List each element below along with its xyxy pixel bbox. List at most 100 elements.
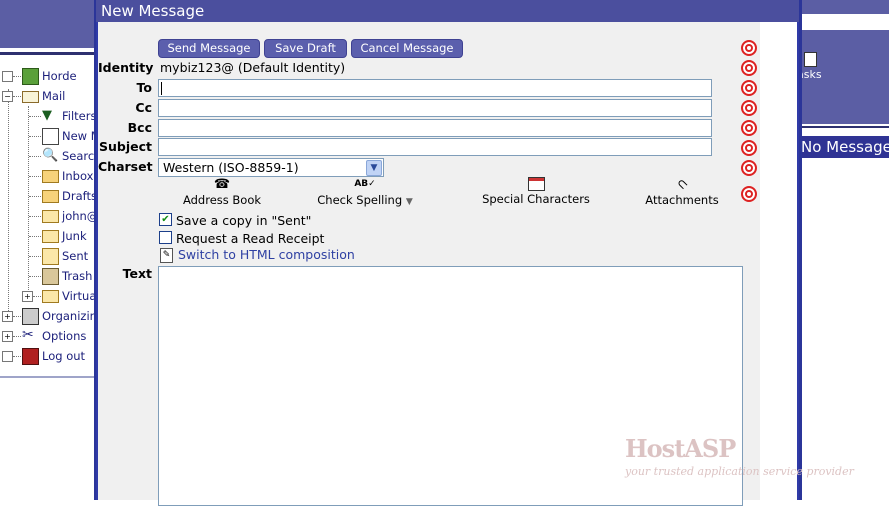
tree-dots (29, 176, 41, 177)
mail-icon (22, 91, 39, 103)
tree-dots (29, 216, 41, 217)
folder-icon (42, 290, 59, 303)
help-icon[interactable] (741, 120, 757, 136)
search-icon: 🔍 (42, 148, 59, 163)
sidebar-item-label: Trash (62, 269, 93, 283)
identity-value[interactable]: mybiz123@ (Default Identity) (160, 60, 345, 75)
drafts-icon (42, 190, 59, 203)
tree-dots (13, 336, 21, 337)
compose-form: Send Message Save Draft Cancel Message I… (98, 22, 854, 506)
tree-expand-icon[interactable]: + (2, 311, 13, 322)
tree-dots (29, 276, 41, 277)
charset-select[interactable]: Western (ISO-8859-1) ▼ (158, 158, 384, 177)
background-divider (0, 52, 96, 55)
tree-dots (13, 96, 21, 97)
sidebar-item-junk[interactable]: Junk (0, 227, 94, 247)
address-book-button[interactable]: ☎ Address Book (178, 177, 266, 209)
tree-expand-icon[interactable]: + (22, 291, 33, 302)
chevron-down-icon[interactable]: ▼ (406, 197, 413, 207)
help-icon[interactable] (741, 40, 757, 56)
cc-field[interactable] (158, 99, 712, 117)
help-icon[interactable] (741, 160, 757, 176)
horde-icon (22, 68, 39, 85)
switch-html-link[interactable]: Switch to HTML composition (178, 247, 355, 262)
sidebar-item-filters[interactable]: ▼ Filters (0, 107, 94, 127)
read-receipt-checkbox[interactable] (159, 231, 172, 244)
sidebar-item-label: Drafts (62, 189, 94, 203)
watermark-brand: HostASP (625, 434, 736, 463)
save-copy-label[interactable]: Save a copy in "Sent" (176, 213, 311, 228)
sidebar-item-label: Virtual (62, 289, 94, 303)
sidebar-item-mail[interactable]: − Mail (0, 87, 94, 107)
sidebar-item-logout[interactable]: Log out (0, 347, 94, 367)
window-titlebar[interactable]: New Message (96, 0, 799, 22)
sidebar-item-search[interactable]: 🔍 Search (0, 147, 94, 167)
help-icon[interactable] (741, 60, 757, 76)
cancel-message-button[interactable]: Cancel Message (351, 39, 463, 58)
tree-expand-icon[interactable]: + (2, 331, 13, 342)
sidebar-item-label: Horde (42, 69, 77, 83)
charset-label: Charset (98, 159, 153, 174)
tasks-icon[interactable] (804, 52, 817, 67)
tree-dots (13, 356, 21, 357)
chevron-down-icon[interactable]: ▼ (366, 160, 382, 176)
help-icon[interactable] (741, 100, 757, 116)
to-field[interactable] (158, 79, 712, 97)
folder-icon (42, 230, 59, 243)
attachments-button[interactable]: ⊂ Attachments (643, 175, 721, 209)
inbox-icon (42, 170, 59, 183)
tree-dots (29, 236, 41, 237)
send-message-button[interactable]: Send Message (158, 39, 260, 58)
background-page-title: No Message (800, 136, 889, 158)
sidebar-item-trash[interactable]: Trash (0, 267, 94, 287)
compose-window: New Message Send Message Save Draft Canc… (94, 0, 854, 506)
sidebar: Horde − Mail ▼ Filters New M 🔍 Search In… (0, 56, 94, 378)
tree-dots (13, 316, 21, 317)
logout-icon (22, 348, 39, 365)
tree-collapse-icon[interactable]: − (2, 91, 13, 102)
background-header-right (800, 0, 889, 14)
background-divider-right (800, 126, 889, 128)
bcc-label: Bcc (127, 120, 152, 135)
sidebar-item-organizing[interactable]: + Organizing (0, 307, 94, 327)
folder-icon (42, 210, 59, 223)
tree-node (2, 71, 13, 82)
sidebar-item-horde[interactable]: Horde (0, 67, 94, 87)
background-header (0, 0, 96, 48)
sidebar-item-drafts[interactable]: Drafts (0, 187, 94, 207)
cc-label: Cc (135, 100, 152, 115)
compose-client-area: Send Message Save Draft Cancel Message I… (98, 22, 854, 506)
paperclip-icon: ⊂ (672, 175, 692, 194)
sidebar-item-john[interactable]: john@ (0, 207, 94, 227)
tree-dots (29, 256, 41, 257)
text-caret (161, 82, 162, 95)
sidebar-item-label: john@ (62, 209, 94, 223)
subject-field[interactable] (158, 138, 712, 156)
check-spelling-button[interactable]: AB✓ Check Spelling ▼ (312, 177, 418, 209)
organizing-icon (22, 308, 39, 325)
sidebar-item-label: Sent (62, 249, 89, 263)
save-draft-button[interactable]: Save Draft (264, 39, 347, 58)
sidebar-item-new-message[interactable]: New M (0, 127, 94, 147)
sidebar-item-options[interactable]: + ✂ Options (0, 327, 94, 347)
new-message-icon (42, 128, 59, 145)
edit-icon: ✎ (160, 248, 173, 263)
special-characters-button[interactable]: Special Characters (478, 177, 594, 209)
sidebar-item-label: Filters (62, 109, 94, 123)
read-receipt-label[interactable]: Request a Read Receipt (176, 231, 324, 246)
special-characters-label: Special Characters (482, 192, 590, 206)
sidebar-item-sent[interactable]: Sent (0, 247, 94, 267)
sidebar-item-label: Junk (62, 229, 87, 243)
trash-icon (42, 268, 59, 285)
bcc-field[interactable] (158, 119, 712, 137)
special-characters-icon (527, 177, 545, 191)
sidebar-item-inbox[interactable]: Inbox (0, 167, 94, 187)
help-icon[interactable] (741, 140, 757, 156)
help-icon[interactable] (741, 80, 757, 96)
save-copy-checkbox[interactable]: ✔ (159, 213, 172, 226)
spellcheck-icon: AB✓ (354, 179, 376, 189)
sidebar-item-virtual[interactable]: + Virtual (0, 287, 94, 307)
hostasp-watermark: HostASP your trusted application service… (625, 434, 854, 478)
tree-dots (13, 76, 21, 77)
help-icon[interactable] (741, 186, 757, 202)
